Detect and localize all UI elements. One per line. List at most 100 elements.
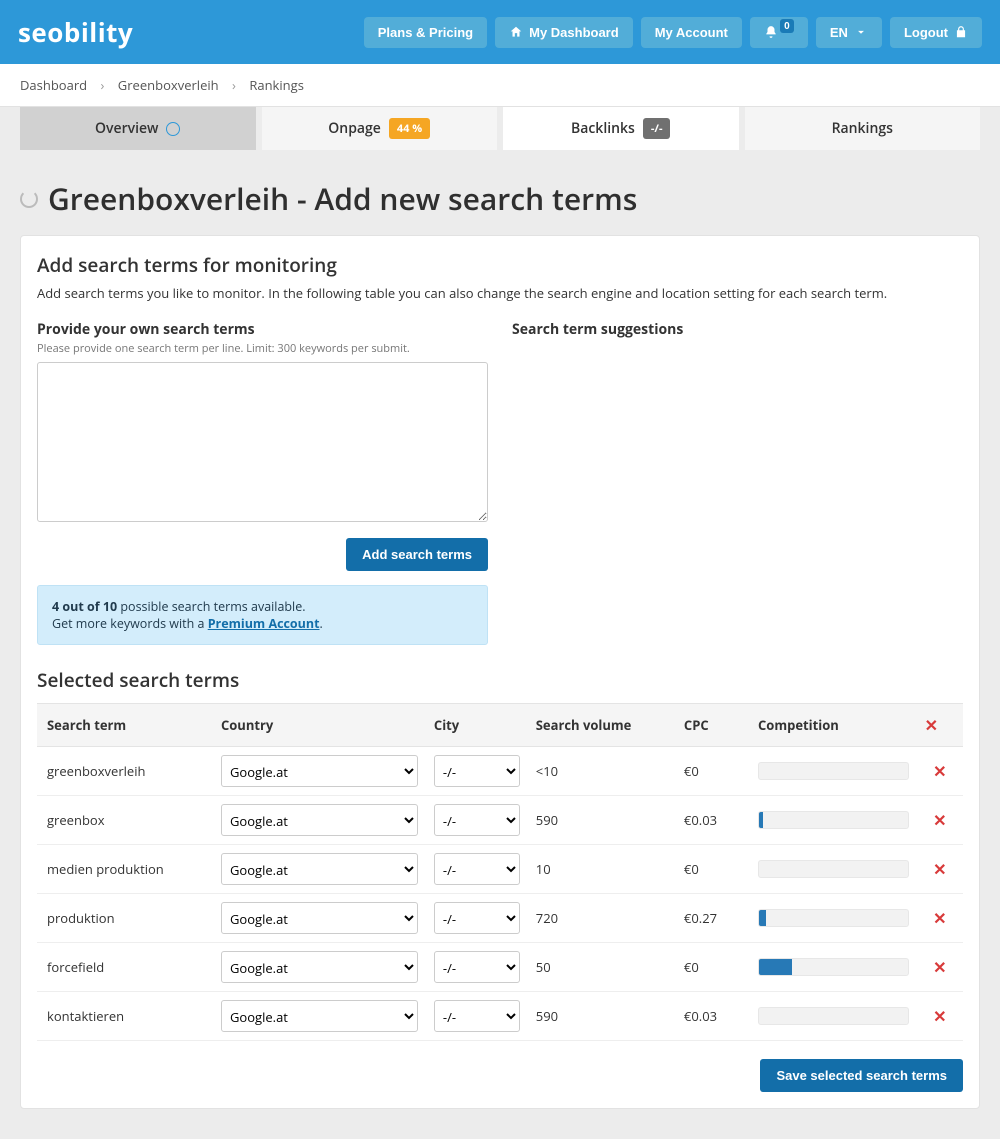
logout-button[interactable]: Logout	[890, 17, 982, 48]
breadcrumb-sep: ›	[232, 76, 236, 94]
own-terms-column: Provide your own search terms Please pro…	[37, 320, 488, 645]
city-select[interactable]: -/-	[434, 755, 520, 787]
home-icon	[509, 25, 523, 39]
country-select[interactable]: Google.at	[221, 804, 418, 836]
my-dashboard-button[interactable]: My Dashboard	[495, 17, 633, 48]
breadcrumb-dashboard[interactable]: Dashboard	[20, 76, 87, 94]
suggestions-label: Search term suggestions	[512, 320, 963, 339]
table-header-row: Search term Country City Search volume C…	[37, 704, 963, 747]
search-terms-textarea[interactable]	[37, 362, 488, 522]
page: Greenboxverleih - Add new search terms A…	[0, 150, 1000, 1139]
cell-cpc: €0.27	[676, 894, 750, 943]
columns: Provide your own search terms Please pro…	[37, 320, 963, 645]
delete-row-button[interactable]: ✕	[917, 796, 963, 845]
table-row: forcefieldGoogle.at-/-50€0✕	[37, 943, 963, 992]
notice-text: .	[320, 615, 323, 632]
delete-row-button[interactable]: ✕	[917, 894, 963, 943]
notification-badge: 0	[780, 19, 794, 33]
cell-cpc: €0	[676, 747, 750, 796]
tabs: Overview Onpage 44 % Backlinks -/- Ranki…	[0, 107, 1000, 150]
chevron-down-icon	[854, 25, 868, 39]
breadcrumb-project[interactable]: Greenboxverleih	[118, 76, 219, 94]
country-select[interactable]: Google.at	[221, 1000, 418, 1032]
cell-volume: 10	[528, 845, 676, 894]
notice-text: possible search terms available.	[117, 598, 305, 615]
section-heading: Add search terms for monitoring	[37, 252, 963, 278]
spinner-icon	[20, 190, 38, 208]
delete-row-button[interactable]: ✕	[917, 845, 963, 894]
th-delete-all[interactable]: ✕	[917, 704, 963, 747]
th-competition: Competition	[750, 704, 917, 747]
delete-row-button[interactable]: ✕	[917, 943, 963, 992]
city-select[interactable]: -/-	[434, 902, 520, 934]
suggestions-column: Search term suggestions	[512, 320, 963, 645]
table-row: medien produktionGoogle.at -/-10€0 ✕	[37, 845, 963, 894]
table-row: greenboxverleihGoogle.at-/-<10€0✕	[37, 747, 963, 796]
tab-label: Rankings	[832, 119, 893, 138]
city-select[interactable]: -/-	[434, 804, 520, 836]
country-select[interactable]: Google.at	[221, 853, 418, 885]
city-select[interactable]: -/-	[434, 951, 520, 983]
th-country: Country	[213, 704, 426, 747]
notice-text: Get more keywords with a	[52, 615, 208, 632]
lock-icon	[954, 25, 968, 39]
onpage-percent-pill: 44 %	[389, 118, 430, 139]
tab-label: Backlinks	[571, 119, 635, 138]
cell-volume: 590	[528, 992, 676, 1041]
country-select[interactable]: Google.at	[221, 951, 418, 983]
my-account-button[interactable]: My Account	[641, 17, 742, 48]
add-search-terms-button[interactable]: Add search terms	[346, 538, 488, 571]
breadcrumb-rankings[interactable]: Rankings	[249, 76, 304, 94]
language-label: EN	[830, 25, 848, 40]
topbar: seobility Plans & Pricing My Dashboard M…	[0, 0, 1000, 64]
tab-label: Overview	[95, 119, 158, 138]
bell-icon	[764, 25, 778, 39]
cell-term: produktion	[37, 894, 213, 943]
search-terms-table: Search term Country City Search volume C…	[37, 703, 963, 1041]
save-selected-button[interactable]: Save selected search terms	[760, 1059, 963, 1092]
tab-backlinks[interactable]: Backlinks -/-	[503, 107, 739, 150]
cell-term: greenbox	[37, 796, 213, 845]
city-select[interactable]: -/-	[434, 853, 520, 885]
page-title-row: Greenboxverleih - Add new search terms	[20, 178, 980, 219]
logo[interactable]: seobility	[18, 14, 133, 50]
cell-cpc: €0.03	[676, 992, 750, 1041]
section-lead: Add search terms you like to monitor. In…	[37, 284, 963, 302]
cell-cpc: €0	[676, 943, 750, 992]
cell-term: greenboxverleih	[37, 747, 213, 796]
selected-heading: Selected search terms	[37, 667, 963, 693]
language-button[interactable]: EN	[816, 17, 882, 48]
breadcrumb: Dashboard › Greenboxverleih › Rankings	[0, 64, 1000, 107]
cell-volume: 590	[528, 796, 676, 845]
tab-onpage[interactable]: Onpage 44 %	[262, 107, 498, 150]
my-dashboard-label: My Dashboard	[529, 25, 619, 40]
cell-term: medien produktion	[37, 845, 213, 894]
notice-bold: 4 out of 10	[52, 598, 117, 615]
tab-rankings[interactable]: Rankings	[745, 107, 981, 150]
cell-cpc: €0.03	[676, 796, 750, 845]
table-row: kontaktierenGoogle.at-/-590€0.03✕	[37, 992, 963, 1041]
city-select[interactable]: -/-	[434, 1000, 520, 1032]
table-row: produktionGoogle.at -/-720€0.27 ✕	[37, 894, 963, 943]
backlinks-badge: -/-	[643, 118, 671, 139]
tab-overview[interactable]: Overview	[20, 107, 256, 150]
cell-cpc: €0	[676, 845, 750, 894]
premium-account-link[interactable]: Premium Account	[208, 615, 320, 632]
delete-row-button[interactable]: ✕	[917, 992, 963, 1041]
competition-bar	[758, 811, 909, 829]
notifications-button[interactable]: 0	[750, 17, 808, 48]
table-row: greenboxGoogle.at -/-590€0.03 ✕	[37, 796, 963, 845]
breadcrumb-sep: ›	[100, 76, 104, 94]
globe-icon	[166, 122, 180, 136]
competition-bar	[758, 909, 909, 927]
topnav: Plans & Pricing My Dashboard My Account …	[364, 17, 982, 48]
cell-volume: 50	[528, 943, 676, 992]
cell-volume: 720	[528, 894, 676, 943]
logout-label: Logout	[904, 25, 948, 40]
country-select[interactable]: Google.at	[221, 902, 418, 934]
own-terms-help: Please provide one search term per line.…	[37, 341, 488, 356]
plans-pricing-button[interactable]: Plans & Pricing	[364, 17, 487, 48]
delete-row-button[interactable]: ✕	[917, 747, 963, 796]
competition-bar	[758, 860, 909, 878]
country-select[interactable]: Google.at	[221, 755, 418, 787]
